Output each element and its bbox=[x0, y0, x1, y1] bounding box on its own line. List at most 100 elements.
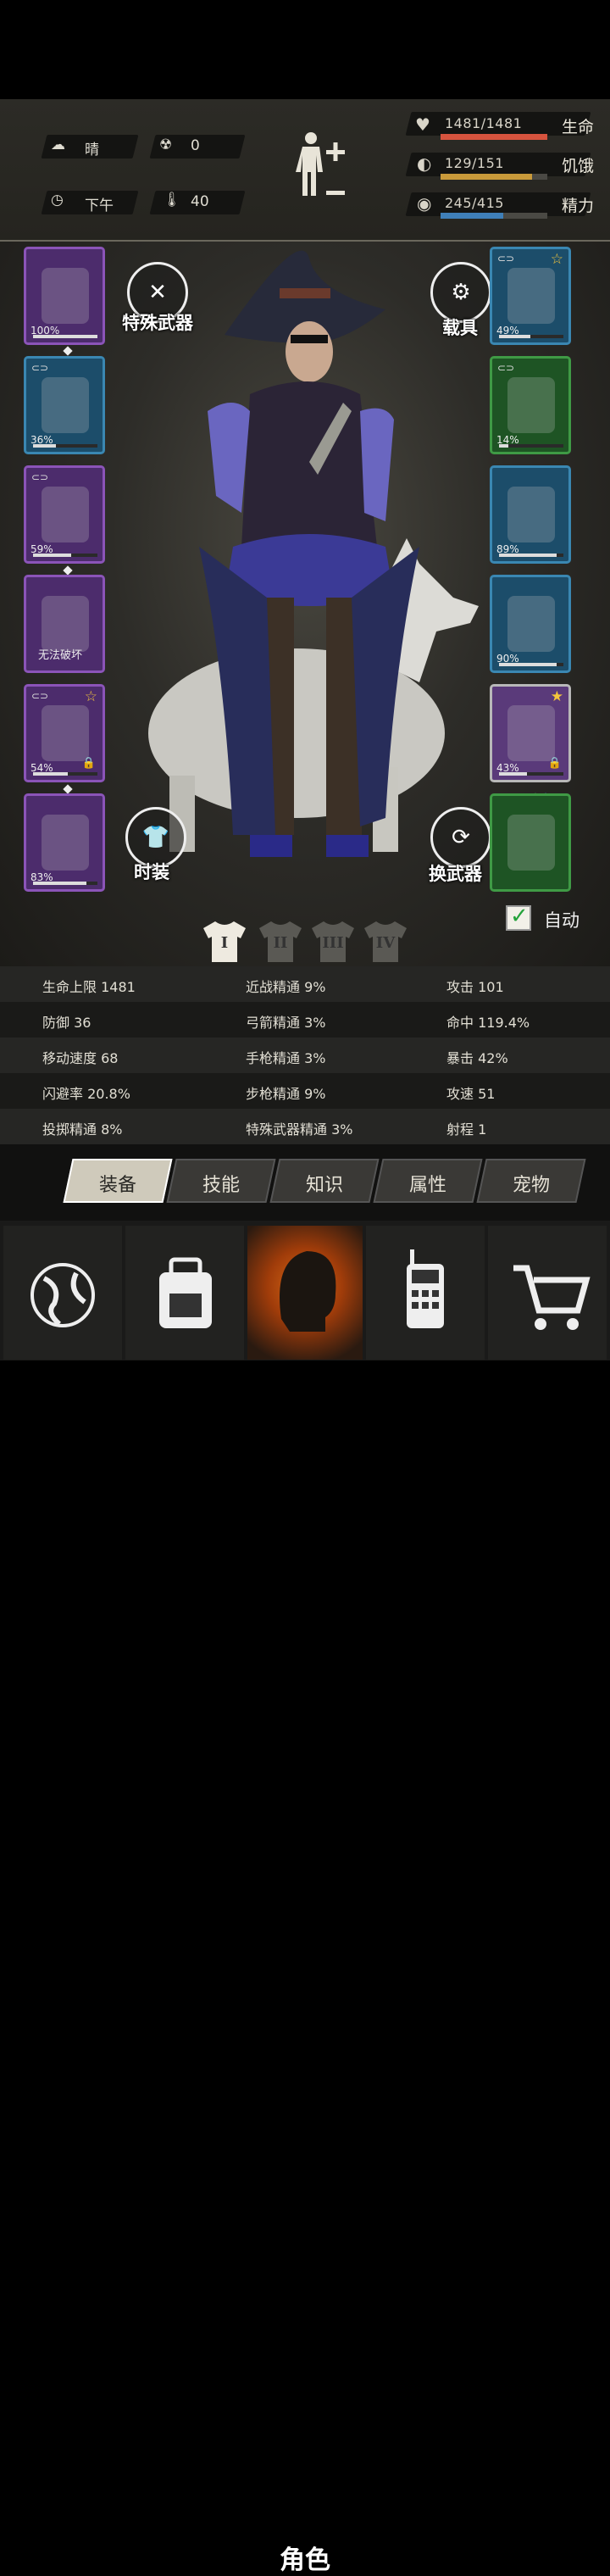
swap-weapon-button[interactable]: ⟳ bbox=[430, 807, 491, 868]
durability-text: 无法破坏 bbox=[38, 649, 83, 662]
backpack-icon bbox=[42, 596, 89, 652]
stat-cell: 生命上限 1481 bbox=[42, 979, 136, 995]
backpack-icon bbox=[159, 1257, 212, 1328]
check-icon: ✓ bbox=[510, 904, 529, 929]
swap-arrows-icon: ⟳ bbox=[452, 825, 470, 850]
shirt-icon bbox=[42, 377, 89, 433]
time-text: 下午 bbox=[85, 198, 114, 214]
stat-cell: 防御 36 bbox=[42, 1015, 92, 1031]
outfit-number: I bbox=[220, 934, 229, 952]
stat-cell: 特殊武器精通 3% bbox=[246, 1121, 353, 1138]
character-scene: ✕ 特殊武器 ⚙ 载具 👕 时装 ⟳ 换武器 ✓ 自动 100% 36% ⊂⊃ 59%… bbox=[0, 242, 610, 966]
tactical-vest-icon bbox=[507, 487, 555, 542]
nav-radio-button[interactable] bbox=[366, 1226, 485, 1360]
football-helmet-icon bbox=[42, 268, 89, 324]
outfit-number: III bbox=[322, 934, 344, 952]
nav-shop-button[interactable] bbox=[488, 1226, 607, 1360]
nav-world-button[interactable] bbox=[3, 1226, 122, 1360]
bow-icon bbox=[507, 815, 555, 871]
left-slot-backpack[interactable]: 无法破坏 bbox=[24, 575, 105, 673]
radiation-icon: ☢ bbox=[159, 136, 173, 153]
tab-label[interactable]: 技能 bbox=[171, 1170, 271, 1197]
tab-label[interactable]: 知识 bbox=[274, 1170, 374, 1197]
temperature-value: 40 bbox=[191, 193, 209, 210]
jacket-icon bbox=[42, 487, 89, 542]
health-text: 1481/1481 bbox=[445, 115, 523, 131]
left-slot-jacket[interactable]: 59% ⊂⊃ bbox=[24, 465, 105, 564]
right-slot-glasses[interactable]: 49% ⊂⊃ ☆ bbox=[490, 247, 571, 345]
outfit-slot-2[interactable]: II bbox=[256, 920, 305, 964]
vehicle-label[interactable]: 载具 bbox=[442, 314, 478, 340]
health-bar bbox=[441, 134, 547, 140]
outfit-slot-3[interactable]: III bbox=[308, 920, 358, 964]
stat-cell: 攻速 51 bbox=[446, 1086, 496, 1102]
nav-inventory-button[interactable] bbox=[125, 1226, 244, 1360]
stats-row: 防御 36 弓箭精通 3% 命中 119.4% bbox=[0, 1002, 610, 1038]
stats-table: 生命上限 1481 近战精通 9% 攻击 101 防御 36 弓箭精通 3% 命中 119… bbox=[0, 966, 610, 1144]
weather-text: 晴 bbox=[85, 142, 99, 159]
right-slot-bow[interactable] bbox=[490, 793, 571, 892]
character-head-icon bbox=[280, 1251, 336, 1332]
mask-icon bbox=[507, 377, 555, 433]
motorcycle-icon: ⚙ bbox=[451, 280, 471, 305]
durability-bar bbox=[499, 444, 563, 448]
lock-icon: 🔒 bbox=[547, 757, 562, 770]
right-slot-weapon[interactable]: 43% ★ 🔒 bbox=[490, 684, 571, 782]
thermometer-icon: 🌡 bbox=[163, 192, 181, 209]
stat-cell: 投掷精通 8% bbox=[42, 1121, 123, 1138]
weather-icon: ☁ bbox=[51, 136, 65, 153]
tab-bar: 装备 技能 知识 属性 宠物 bbox=[0, 1144, 610, 1221]
durability-bar bbox=[499, 554, 563, 557]
stat-cell: 命中 119.4% bbox=[446, 1015, 530, 1031]
sunglasses-icon bbox=[507, 268, 555, 324]
right-slot-shield[interactable]: 90% bbox=[490, 575, 571, 673]
left-slot-pants[interactable]: 54% ⊂⊃ ☆ 🔒 bbox=[24, 684, 105, 782]
tab-label[interactable]: 属性 bbox=[378, 1170, 478, 1197]
durability-bar bbox=[499, 335, 563, 338]
right-slot-vest[interactable]: 89% bbox=[490, 465, 571, 564]
tab-label[interactable]: 宠物 bbox=[481, 1170, 581, 1197]
hunger-label: 饥饿 bbox=[562, 157, 595, 175]
stat-cell: 近战精通 9% bbox=[246, 979, 326, 995]
link-icon: ⊂⊃ bbox=[31, 362, 49, 374]
outfit-slot-1[interactable]: I bbox=[200, 920, 249, 964]
auto-label[interactable]: 自动 bbox=[544, 907, 580, 932]
left-slot-boots[interactable]: 83% bbox=[24, 793, 105, 892]
auto-checkbox[interactable]: ✓ bbox=[506, 904, 531, 931]
bottom-nav: 角色 bbox=[0, 1221, 610, 2575]
left-slot-shirt[interactable]: 36% ⊂⊃ bbox=[24, 356, 105, 454]
stat-cell: 攻击 101 bbox=[446, 979, 504, 995]
special-weapon-label[interactable]: 特殊武器 bbox=[122, 309, 193, 335]
right-slot-mask[interactable]: 14% ⊂⊃ bbox=[490, 356, 571, 454]
outfit-number: IV bbox=[375, 934, 396, 952]
body-status-icon[interactable] bbox=[292, 130, 369, 206]
lock-icon: 🔒 bbox=[81, 757, 96, 770]
tab-label[interactable]: 装备 bbox=[68, 1170, 168, 1197]
slot-marker bbox=[63, 346, 73, 356]
stat-cell: 弓箭精通 3% bbox=[246, 1015, 326, 1031]
slot-marker bbox=[63, 784, 73, 794]
stat-cell: 射程 1 bbox=[446, 1121, 487, 1138]
stat-cell: 移动速度 68 bbox=[42, 1050, 119, 1066]
durability-bar bbox=[33, 444, 97, 448]
stats-row: 闪避率 20.8% 步枪精通 9% 攻速 51 bbox=[0, 1073, 610, 1109]
link-icon: ⊂⊃ bbox=[31, 471, 49, 483]
left-slot-helmet[interactable]: 100% bbox=[24, 247, 105, 345]
heart-icon: ♥ bbox=[415, 114, 431, 135]
link-icon: ⊂⊃ bbox=[497, 253, 515, 264]
outfit-slot-4[interactable]: IV bbox=[361, 920, 410, 964]
swap-weapon-label[interactable]: 换武器 bbox=[429, 860, 482, 886]
slot-marker bbox=[63, 565, 73, 576]
stat-cell: 步枪精通 9% bbox=[246, 1086, 326, 1102]
tshirt-icon: 👕 bbox=[141, 825, 170, 850]
nav-character-button[interactable] bbox=[247, 1226, 363, 1360]
outfit-number: II bbox=[273, 934, 288, 952]
link-icon: ⊂⊃ bbox=[497, 362, 515, 374]
shield-icon bbox=[507, 596, 555, 652]
boots-icon bbox=[42, 815, 89, 871]
machete-icon bbox=[507, 705, 555, 761]
durability-bar bbox=[499, 772, 563, 776]
fashion-label[interactable]: 时装 bbox=[134, 859, 169, 884]
nav-character-label[interactable]: 角色 bbox=[250, 2539, 360, 2576]
radio-icon bbox=[407, 1249, 444, 1328]
